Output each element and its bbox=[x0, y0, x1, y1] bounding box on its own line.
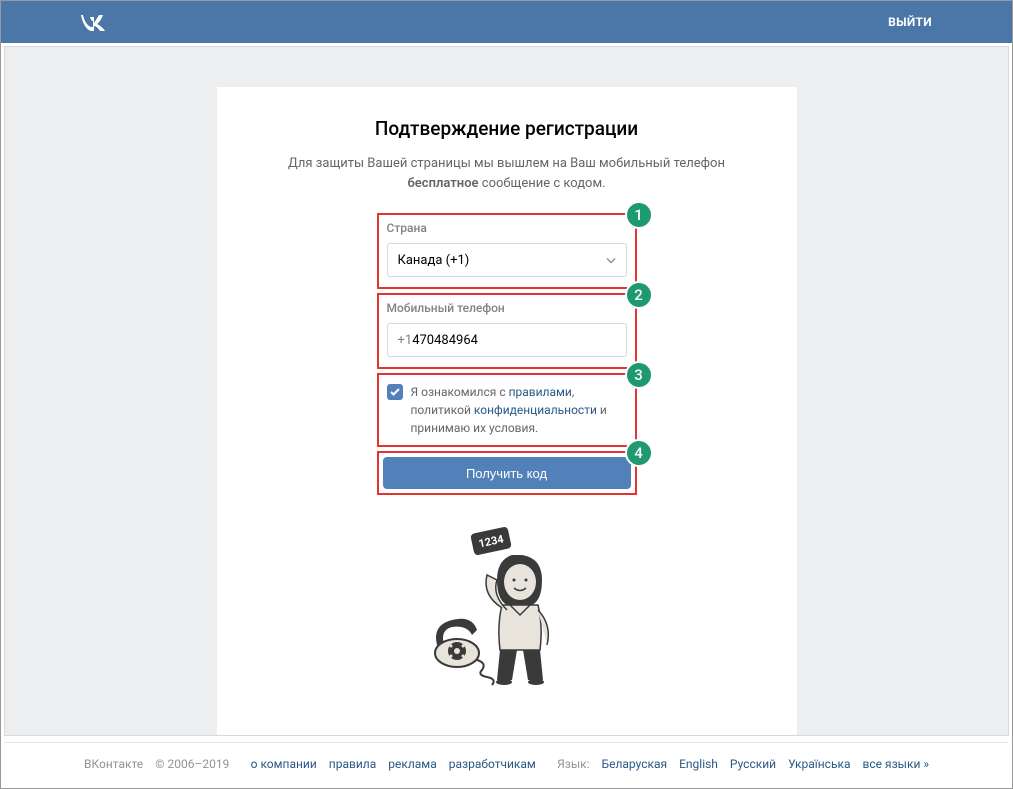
lang-label: Язык: bbox=[557, 757, 589, 771]
annotation-badge-1: 1 bbox=[625, 201, 653, 229]
lang-en[interactable]: English bbox=[679, 757, 718, 771]
footer-about-link[interactable]: о компании bbox=[251, 757, 317, 771]
annotation-badge-3: 3 bbox=[625, 361, 653, 389]
terms-checkbox[interactable] bbox=[387, 384, 403, 400]
country-field-wrapper: 1 Страна Канада (+1) bbox=[377, 213, 637, 289]
form-section: 1 Страна Канада (+1) 2 Мобильный телефон… bbox=[377, 213, 637, 495]
submit-wrapper: 4 Получить код bbox=[377, 451, 637, 495]
footer-copyright: © 2006–2019 bbox=[155, 757, 229, 771]
phone-field-wrapper: 2 Мобильный телефон +1470484964 bbox=[377, 293, 637, 369]
footer-devs-link[interactable]: разработчикам bbox=[449, 757, 536, 771]
terms-text: Я ознакомился с правилами, политикой кон… bbox=[411, 383, 627, 437]
annotation-badge-2: 2 bbox=[625, 281, 653, 309]
phone-value: 470484964 bbox=[412, 333, 478, 348]
footer-right: Язык: Беларуская English Русский Українс… bbox=[557, 757, 929, 771]
footer-left: ВКонтакте © 2006–2019 bbox=[84, 757, 229, 771]
lang-ua[interactable]: Українська bbox=[788, 757, 850, 771]
card-subtitle: Для защиты Вашей страницы мы вышлем на В… bbox=[257, 154, 757, 193]
privacy-link[interactable]: конфиденциальности bbox=[474, 403, 597, 417]
registration-card: Подтверждение регистрации Для защиты Ваш… bbox=[217, 87, 797, 735]
lang-all[interactable]: все языки » bbox=[863, 757, 930, 771]
chevron-down-icon bbox=[606, 253, 616, 268]
phone-input[interactable]: +1470484964 bbox=[387, 323, 627, 357]
illustration: 1234 bbox=[257, 525, 757, 695]
app-header: ВЫЙТИ bbox=[1, 1, 1012, 43]
submit-button[interactable]: Получить код bbox=[383, 457, 631, 489]
annotation-badge-4: 4 bbox=[625, 439, 653, 467]
country-value: Канада (+1) bbox=[398, 253, 470, 268]
logout-button[interactable]: ВЫЙТИ bbox=[888, 15, 932, 29]
footer-ads-link[interactable]: реклама bbox=[388, 757, 436, 771]
vk-logo[interactable] bbox=[81, 13, 109, 31]
footer: ВКонтакте © 2006–2019 о компании правила… bbox=[4, 742, 1009, 785]
card-title: Подтверждение регистрации bbox=[257, 117, 757, 140]
terms-wrapper: 3 Я ознакомился с правилами, политикой к… bbox=[377, 373, 637, 447]
country-select[interactable]: Канада (+1) bbox=[387, 243, 627, 277]
phone-prefix: +1 bbox=[398, 333, 413, 348]
lang-ru[interactable]: Русский bbox=[730, 757, 776, 771]
rules-link[interactable]: правилами bbox=[509, 385, 572, 399]
country-label: Страна bbox=[387, 221, 627, 235]
footer-brand: ВКонтакте bbox=[84, 757, 143, 771]
footer-rules-link[interactable]: правила bbox=[329, 757, 376, 771]
phone-label: Мобильный телефон bbox=[387, 301, 627, 315]
footer-center: о компании правила реклама разработчикам bbox=[251, 757, 536, 771]
content-area: Подтверждение регистрации Для защиты Ваш… bbox=[4, 46, 1009, 736]
lang-by[interactable]: Беларуская bbox=[602, 757, 668, 771]
